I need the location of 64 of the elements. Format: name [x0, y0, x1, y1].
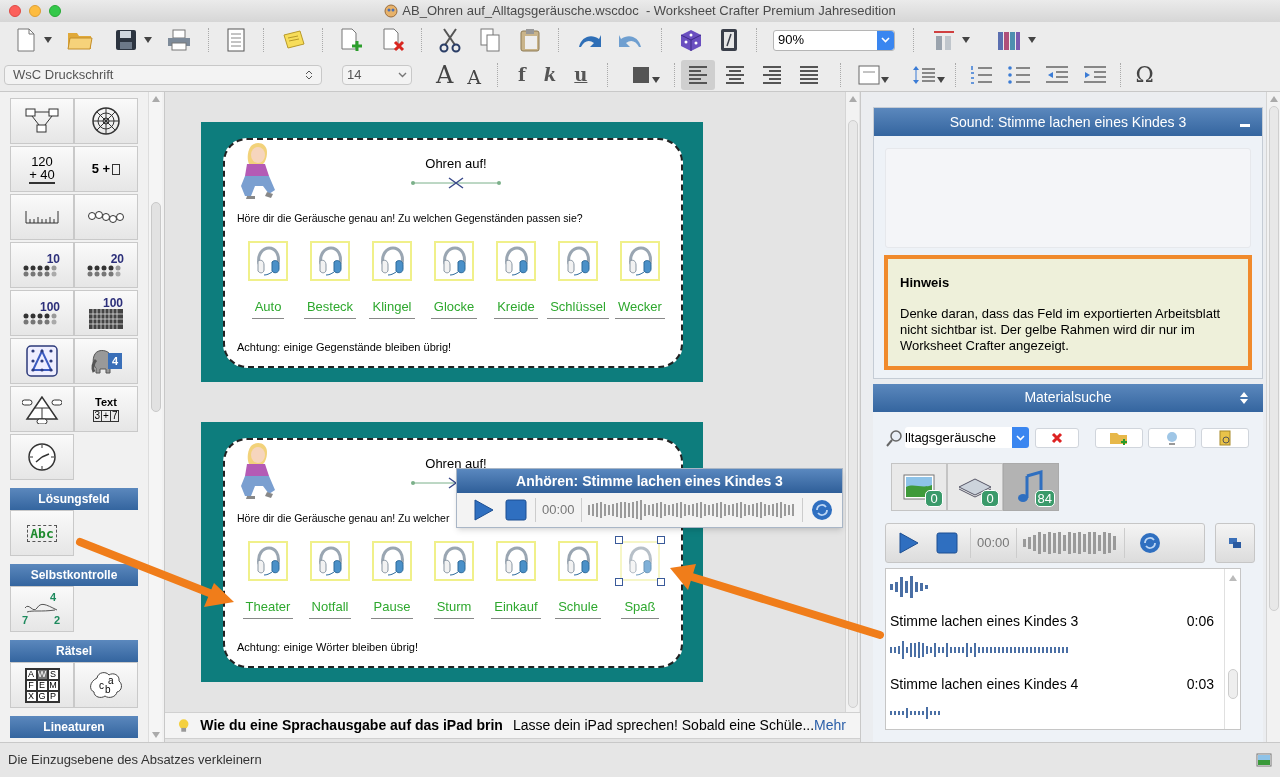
underline-button[interactable]: u [574, 61, 588, 88]
tool-button[interactable]: 120 + 40 [10, 146, 74, 192]
tool-button[interactable]: 100 [10, 290, 74, 336]
tool-button[interactable]: 100 [74, 290, 138, 336]
section-header[interactable]: Lösungsfeld [10, 488, 138, 510]
tool-button[interactable]: 4 [74, 338, 138, 384]
section-header[interactable]: Rätsel [10, 640, 138, 662]
count-badge: 84 [1034, 489, 1055, 507]
popup-title: Anhören: Stimme lachen eines Kindes 3 [457, 469, 842, 493]
tool-button[interactable]: A W S F E M X G P [10, 662, 74, 708]
italic-button[interactable]: k [543, 61, 557, 88]
font-select[interactable]: WsC Druckschrift [4, 64, 322, 85]
bold-button[interactable]: f [518, 61, 526, 88]
answer-word: Theater [242, 596, 294, 620]
panel-title: Sound: Stimme lachen eines Kindes 3 [948, 112, 1188, 132]
increase-font-button[interactable]: A [436, 62, 454, 87]
tool-button[interactable]: 4 7 2 [10, 586, 74, 632]
tip-title: Wie du eine Sprachausgabe auf das iPad brin [200, 716, 503, 735]
window-title: AB_Ohren auf_Alltagsgeräusche.wscdoc - Worksheet Crafter Premium Jahresedition [402, 2, 896, 21]
answer-word: Pause [370, 596, 414, 620]
answer-word: Kreide [494, 296, 538, 320]
duration: 0:03 [1186, 674, 1215, 694]
answer-word: Sturm [433, 596, 475, 620]
count-badge: 0 [925, 489, 943, 507]
tool-button[interactable]: cb a [74, 662, 138, 708]
answer-word: Schule [555, 596, 601, 620]
note-text: Achtung: einige Gegenstände bleiben übrig! [237, 340, 452, 356]
answer-word: Einkauf [491, 596, 541, 620]
tool-button[interactable]: Text 3 + 7 [74, 386, 138, 432]
note-text: Achtung: einige Wörter bleiben übrig! [237, 640, 418, 656]
special-character-button[interactable]: Ω [1135, 58, 1154, 91]
hint-title: Hinweis [900, 274, 951, 292]
decrease-font-button[interactable]: A [467, 67, 482, 87]
more-link[interactable]: Mehr [814, 715, 846, 736]
answer-word: Spaß [621, 596, 659, 620]
tool-button[interactable]: 5 + [74, 146, 138, 192]
count-badge: 0 [981, 489, 999, 507]
answer-word: Schlüssel [547, 296, 609, 320]
hint-text: Denke daran, dass das Feld im exportierten Arbeitsblatt nicht sichtbar ist. Der gelbe Rahmen wird dir nur im Worksheet Crafter angezeigt. [900, 305, 1222, 354]
panel-title: Materialsuche [1023, 388, 1113, 407]
zoom-select[interactable]: 90% [773, 29, 895, 51]
status-text: Die Einzugsebene des Absatzes verkleinern [8, 751, 262, 770]
worksheet-title: Ohren auf! [425, 155, 487, 173]
answer-word: Besteck [303, 296, 357, 320]
search-field[interactable]: lltagsgeräusche [905, 427, 1029, 448]
font-size-select[interactable]: 14 [342, 64, 412, 85]
sound-name: Stimme lachen eines Kindes 3 [890, 611, 1079, 631]
tool-button[interactable]: 10 [10, 242, 74, 288]
tip-text: Lasse dein iPad sprechen! Sobald eine Schüle... [512, 716, 815, 735]
sound-name: Stimme lachen eines Kindes 4 [890, 674, 1079, 694]
tool-button[interactable]: Abc [10, 510, 74, 556]
answer-word: Wecker [615, 296, 665, 320]
tool-button[interactable]: 20 [74, 242, 138, 288]
instruction-text: Höre dir die Geräusche genau an! Zu welchen Gegenständen passen sie? [237, 211, 583, 226]
answer-word: Klingel [369, 296, 415, 320]
section-header[interactable]: Selbstkontrolle [10, 564, 138, 586]
instruction-text: Höre dir die Geräusche genau an! Zu welcher [237, 511, 450, 526]
time-display: 00:00 [977, 533, 1010, 552]
section-header[interactable]: Lineaturen [10, 716, 138, 738]
duration: 0:06 [1186, 611, 1215, 631]
time-display: 00:00 [542, 501, 575, 520]
answer-word: Notfall [308, 596, 352, 620]
answer-word: Auto [251, 296, 285, 320]
answer-word: Glocke [430, 296, 478, 320]
